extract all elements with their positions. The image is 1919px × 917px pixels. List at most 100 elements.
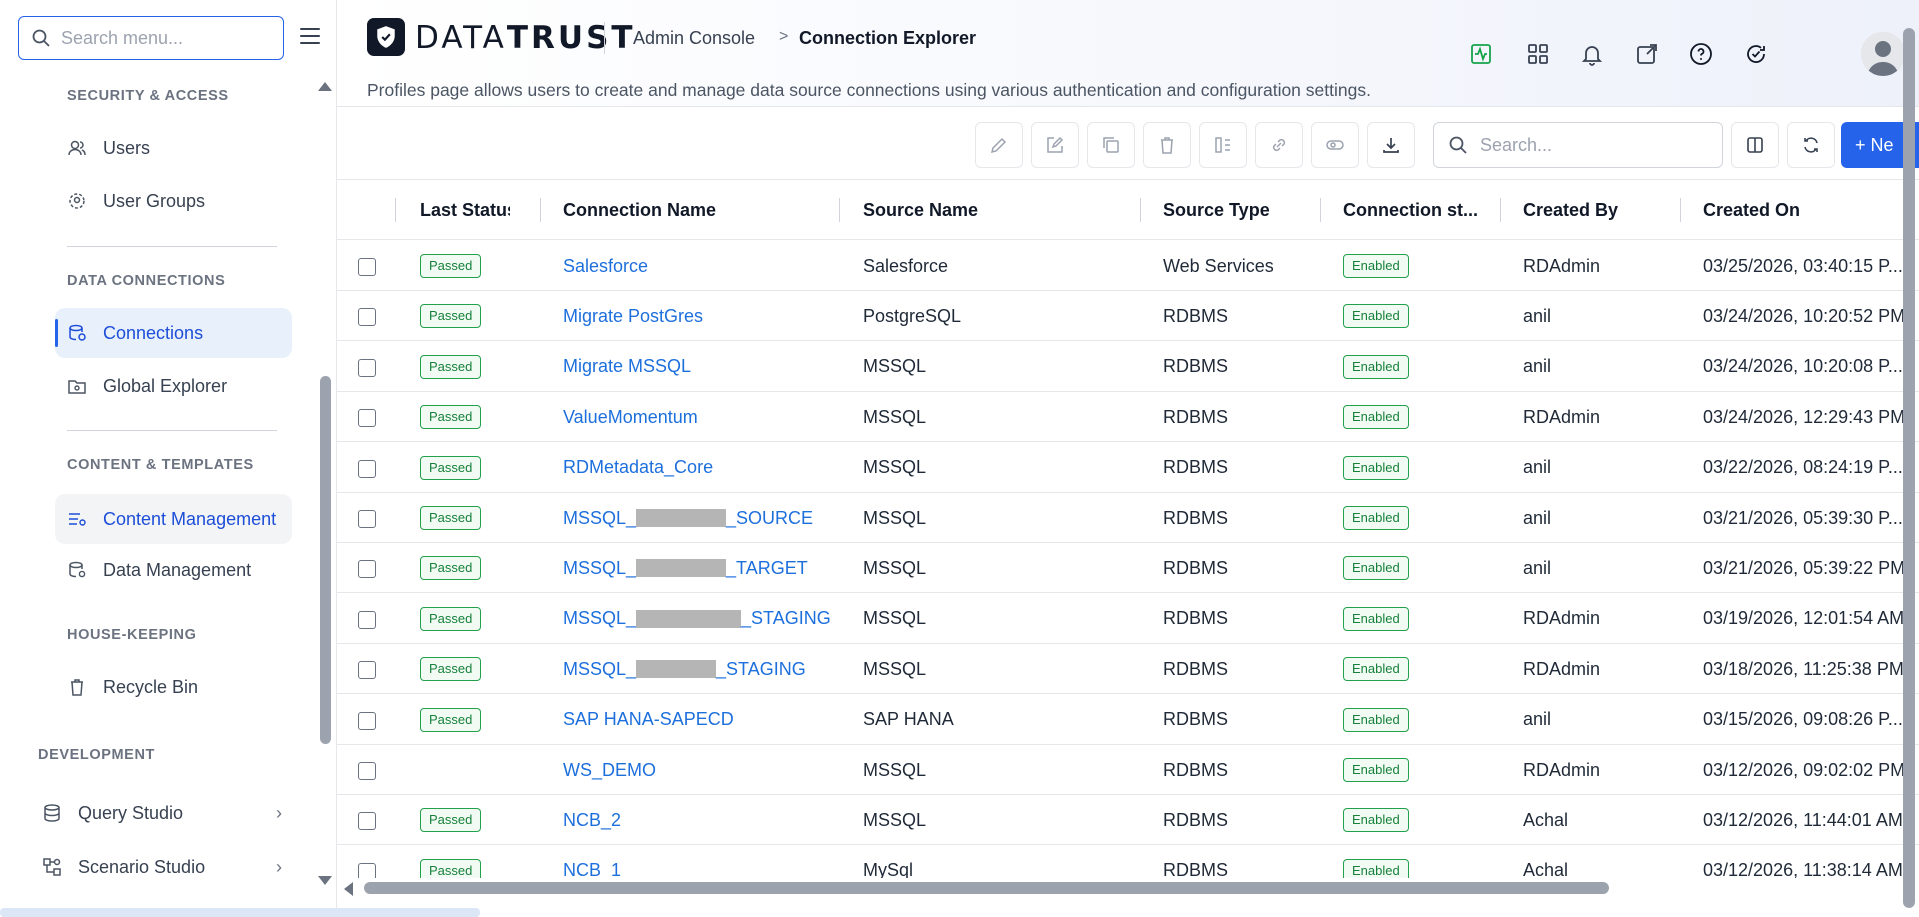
breadcrumb-admin-console[interactable]: Admin Console — [633, 28, 755, 49]
sidebar-scroll-down-icon[interactable] — [318, 876, 332, 885]
hamburger-menu-icon[interactable] — [300, 28, 320, 46]
row-checkbox[interactable] — [358, 711, 376, 730]
link-button[interactable] — [1255, 122, 1303, 168]
table-row[interactable]: Passed MSSQL_ _STAGING MSSQL RDBMS Enable… — [337, 594, 1919, 644]
table-row[interactable]: Passed NCB_1 MySql RDBMS Enabled Achal 0… — [337, 846, 1919, 878]
sidebar-item-user-groups[interactable]: User Groups — [55, 176, 292, 226]
table-row[interactable]: WS_DEMO MSSQL RDBMS Enabled RDAdmin 03/1… — [337, 745, 1919, 795]
edit-details-button[interactable] — [1031, 122, 1079, 168]
row-checkbox[interactable] — [358, 258, 376, 276]
connection-name-link[interactable]: Migrate MSSQL — [563, 356, 691, 377]
table-search-box[interactable] — [1433, 122, 1723, 168]
cell-created-by: RDAdmin — [1523, 608, 1601, 629]
column-source-type[interactable]: Source Type — [1163, 180, 1313, 240]
row-checkbox[interactable] — [358, 610, 376, 629]
column-source-name[interactable]: Source Name — [863, 180, 1123, 240]
activity-icon[interactable] — [1467, 40, 1495, 68]
sidebar-item-users[interactable]: Users — [55, 123, 292, 173]
refresh-button[interactable] — [1787, 122, 1835, 168]
app-logo-text: DATATRUST — [415, 20, 636, 56]
table-row[interactable]: Passed NCB_2 MSSQL RDBMS Enabled Achal 0… — [337, 795, 1919, 846]
table-row[interactable]: Passed ValueMomentum MSSQL RDBMS Enabled… — [337, 392, 1919, 443]
pencil-icon — [990, 137, 1007, 154]
connection-name-link[interactable]: NCB_2 — [563, 810, 621, 831]
sidebar-item-connections[interactable]: Connections — [55, 308, 292, 358]
column-created-on[interactable]: Created On — [1703, 180, 1903, 240]
section-house-keeping: HOUSE-KEEPING — [67, 627, 197, 643]
vertical-scrollbar[interactable] — [1903, 28, 1915, 908]
edit-button[interactable] — [975, 122, 1023, 168]
cell-created-on: 03/12/2026, 09:02:02 PM — [1703, 759, 1903, 780]
table-search-input[interactable] — [1480, 134, 1710, 156]
cell-created-on: 03/21/2026, 05:39:22 PM — [1703, 557, 1903, 578]
connection-name-link[interactable]: MSSQL_ _STAGING — [563, 608, 831, 629]
row-checkbox[interactable] — [358, 812, 376, 831]
scroll-left-icon[interactable] — [344, 882, 353, 896]
sidebar-item-global-explorer[interactable]: Global Explorer — [55, 361, 292, 411]
bell-icon[interactable] — [1578, 40, 1606, 68]
menu-search-box[interactable] — [18, 16, 284, 60]
connection-name-link[interactable]: WS_DEMO — [563, 760, 656, 781]
table-row[interactable]: Passed Migrate MSSQL MSSQL RDBMS Enabled… — [337, 342, 1919, 392]
connection-name-link[interactable]: ValueMomentum — [563, 407, 698, 428]
connection-name-link[interactable]: SAP HANA-SAPECD — [563, 709, 734, 730]
cell-connection-name: MSSQL_ _STAGING — [563, 594, 833, 644]
cell-created-on: 03/24/2026, 12:29:43 PM — [1703, 406, 1903, 427]
external-link-icon[interactable] — [1633, 40, 1661, 68]
row-checkbox[interactable] — [358, 358, 376, 377]
connection-name-link[interactable]: Migrate PostGres — [563, 306, 703, 327]
row-checkbox[interactable] — [358, 762, 376, 780]
sidebar-item-recycle-bin[interactable]: Recycle Bin — [55, 662, 292, 712]
sidebar-scrollbar[interactable] — [320, 376, 331, 744]
sidebar-item-query-studio[interactable]: Query Studio › — [30, 788, 292, 838]
connection-name-link[interactable]: RDMetadata_Core — [563, 457, 713, 478]
connection-name-link[interactable]: Salesforce — [563, 256, 648, 277]
connection-name-link[interactable]: NCB_1 — [563, 860, 621, 878]
sidebar-item-content-management[interactable]: Content Management — [55, 494, 292, 544]
apps-grid-icon[interactable] — [1524, 40, 1552, 68]
row-checkbox[interactable] — [358, 560, 376, 579]
preview-button[interactable] — [1311, 122, 1359, 168]
column-toggle-button[interactable] — [1731, 122, 1779, 168]
table-row[interactable]: Passed MSSQL_ _STAGING MSSQL RDBMS Enable… — [337, 644, 1919, 695]
sidebar-scroll-up-icon[interactable] — [318, 82, 332, 91]
logo-shield-icon — [367, 18, 405, 56]
cell-source-name: MSSQL — [863, 457, 927, 478]
row-checkbox[interactable] — [358, 862, 376, 878]
column-connection-status[interactable]: Connection st... — [1343, 180, 1493, 240]
row-checkbox[interactable] — [358, 308, 376, 327]
menu-search-input[interactable] — [61, 27, 271, 49]
connection-name-link[interactable]: MSSQL_ _TARGET — [563, 558, 808, 579]
row-checkbox[interactable] — [358, 409, 376, 428]
delete-button[interactable] — [1143, 122, 1191, 168]
connection-name-link[interactable]: MSSQL_ _SOURCE — [563, 508, 813, 529]
sidebar-item-data-management[interactable]: Data Management — [55, 545, 292, 595]
last-status-badge: Passed — [420, 455, 482, 480]
edit-box-icon — [1047, 136, 1064, 153]
refresh-check-icon[interactable] — [1742, 40, 1770, 68]
table-row[interactable]: Passed MSSQL_ _SOURCE MSSQL RDBMS Enabled… — [337, 493, 1919, 543]
sidebar-item-scenario-studio[interactable]: Scenario Studio › — [30, 842, 292, 892]
user-avatar[interactable] — [1861, 32, 1905, 76]
cell-source-type: RDBMS — [1163, 305, 1229, 326]
table-row[interactable]: Passed SAP HANA-SAPECD SAP HANA RDBMS En… — [337, 695, 1919, 745]
column-last-status[interactable]: Last Status — [420, 180, 510, 240]
row-checkbox[interactable] — [358, 459, 376, 478]
column-created-by[interactable]: Created By — [1523, 180, 1673, 240]
table-row[interactable]: Passed MSSQL_ _TARGET MSSQL RDBMS Enabled… — [337, 543, 1919, 594]
table-row[interactable]: Passed Salesforce Salesforce Web Service… — [337, 241, 1919, 291]
connection-name-link[interactable]: MSSQL_ _STAGING — [563, 659, 806, 680]
download-button[interactable] — [1367, 122, 1415, 168]
cell-source-type: Web Services — [1163, 255, 1274, 276]
connection-status-badge: Enabled — [1343, 858, 1409, 878]
row-checkbox[interactable] — [358, 661, 376, 680]
copy-button[interactable] — [1087, 122, 1135, 168]
row-checkbox[interactable] — [358, 510, 376, 528]
horizontal-scrollbar[interactable] — [364, 882, 1609, 894]
column-connection-name[interactable]: Connection Name — [563, 180, 823, 240]
connection-status-badge: Enabled — [1343, 707, 1409, 732]
compare-button[interactable] — [1199, 122, 1247, 168]
table-row[interactable]: Passed Migrate PostGres PostgreSQL RDBMS… — [337, 291, 1919, 342]
help-icon[interactable] — [1687, 40, 1715, 68]
table-row[interactable]: Passed RDMetadata_Core MSSQL RDBMS Enabl… — [337, 443, 1919, 493]
